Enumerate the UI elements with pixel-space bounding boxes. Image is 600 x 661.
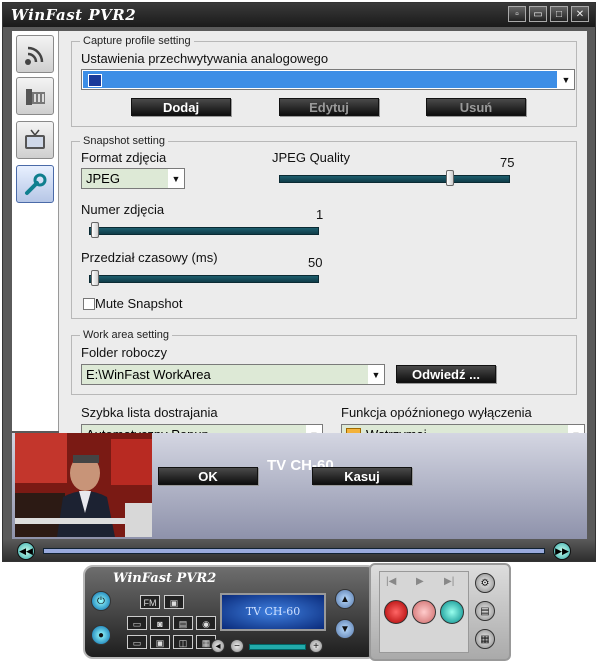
format-label: Format zdjęcia: [81, 150, 167, 165]
play-icon[interactable]: ▶: [416, 576, 424, 587]
tab-tv[interactable]: [16, 121, 54, 159]
chevron-down-icon[interactable]: ▼: [168, 169, 184, 188]
video-frame-image: [15, 433, 152, 537]
format-select[interactable]: JPEG ▼: [81, 168, 185, 189]
tv-mode-icon[interactable]: ▭: [127, 616, 147, 630]
app-title: WinFast PVR2: [11, 6, 137, 24]
screen-icon[interactable]: ▭: [127, 635, 147, 649]
capture-label: Ustawienia przechwytywania analogowego: [81, 51, 329, 66]
slider-track: [89, 275, 319, 283]
settings-wrench-icon[interactable]: ⚙: [475, 573, 495, 593]
tv-icon: [25, 129, 45, 149]
tuning-label: Szybka lista dostrajania: [81, 405, 218, 420]
slider-track: [89, 227, 319, 235]
flag-icon: [88, 74, 102, 87]
timeshift-icon[interactable]: [412, 600, 436, 624]
close-icon[interactable]: ✕: [571, 6, 589, 22]
next-icon[interactable]: ▶|: [444, 576, 454, 587]
remote-display: TV CH-60: [220, 593, 326, 631]
minimize-mini-icon[interactable]: ▫: [508, 6, 526, 22]
chevron-down-icon[interactable]: ▼: [558, 70, 574, 89]
camera-icon[interactable]: ◙: [150, 616, 170, 630]
slider-track: [279, 175, 510, 183]
tab-settings[interactable]: [16, 165, 54, 203]
cancel-button[interactable]: Kasuj: [312, 467, 412, 485]
record-icon[interactable]: [384, 600, 408, 624]
capture-profile-select[interactable]: ▼: [81, 69, 575, 90]
fast-forward-icon[interactable]: ▶▶: [553, 542, 571, 560]
remote-body[interactable]: WinFast PVR2 ⏻ ● FM ▣ ▭ ◙ ▤ ◉ ▭ ▣ ◫ ▦ TV…: [83, 565, 377, 659]
interval-slider[interactable]: [89, 270, 319, 286]
format-value: JPEG: [86, 171, 120, 186]
delete-button[interactable]: Usuń: [426, 98, 526, 116]
remote-transport-panel: |◀ ▶ ▶| ⚙ ▤ ▦: [369, 563, 511, 661]
tuner-card-icon: [26, 89, 45, 105]
mute-snapshot-checkbox[interactable]: [83, 298, 95, 310]
split-icon[interactable]: ◫: [173, 635, 193, 649]
restore-icon[interactable]: ▭: [529, 6, 547, 22]
remote-title: WinFast PVR2: [113, 571, 217, 586]
chevron-down-icon[interactable]: ▼: [368, 365, 384, 384]
volume-up-icon[interactable]: +: [309, 639, 323, 653]
seek-track[interactable]: [43, 548, 545, 554]
visit-folder-button[interactable]: Odwiedź ...: [396, 365, 496, 383]
capture-legend: Capture profile setting: [83, 35, 191, 47]
slider-thumb[interactable]: [91, 222, 100, 238]
interval-value: 50: [308, 255, 323, 270]
quality-label: JPEG Quality: [272, 150, 351, 165]
prev-icon[interactable]: |◀: [386, 576, 396, 587]
window-controls: ▫ ▭ □ ✕: [508, 6, 589, 22]
slider-thumb[interactable]: [91, 270, 100, 286]
transport-area: |◀ ▶ ▶|: [379, 571, 469, 653]
volume-track[interactable]: [249, 644, 306, 650]
storage-icon[interactable]: ▤: [475, 601, 495, 621]
selection-highlight: [83, 71, 557, 88]
video-preview[interactable]: [15, 433, 152, 537]
number-slider[interactable]: [89, 222, 319, 238]
number-value: 1: [316, 207, 324, 222]
snapshot-icon[interactable]: ▣: [164, 595, 184, 609]
antenna-icon: [25, 46, 44, 65]
stop-icon[interactable]: [440, 600, 464, 624]
settings-window: WinFast PVR2 ▫ ▭ □ ✕ Capture profile set…: [2, 2, 596, 562]
channel-up-icon[interactable]: ▲: [335, 589, 355, 609]
rewind-icon[interactable]: ◀◀: [17, 542, 35, 560]
power-icon[interactable]: ⏻: [91, 591, 111, 611]
folder-label: Folder roboczy: [81, 345, 167, 360]
quality-slider[interactable]: [279, 170, 510, 186]
record-mode-icon[interactable]: ●: [91, 625, 111, 645]
folder-select[interactable]: E:\WinFast WorkArea ▼: [81, 364, 385, 385]
keypad-icon[interactable]: ▦: [475, 629, 495, 649]
quality-value: 75: [500, 155, 515, 170]
ok-button[interactable]: OK: [158, 467, 258, 485]
mute-snapshot-label: Mute Snapshot: [95, 296, 183, 311]
eye-icon[interactable]: ◉: [196, 616, 216, 630]
remote-control: WinFast PVR2 ⏻ ● FM ▣ ▭ ◙ ▤ ◉ ▭ ▣ ◫ ▦ TV…: [73, 563, 529, 661]
number-label: Numer zdjęcia: [81, 202, 165, 217]
volume-down-icon[interactable]: −: [230, 639, 244, 653]
maximize-icon[interactable]: □: [550, 6, 568, 22]
playback-bar: ◀◀ ▶▶: [3, 539, 595, 561]
tab-signal[interactable]: [16, 35, 54, 73]
snapshot-legend: Snapshot setting: [83, 135, 165, 147]
wrench-icon: [25, 173, 47, 195]
preview-panel: TV CH-60 OK Kasuj: [12, 433, 587, 539]
folder-value: E:\WinFast WorkArea: [86, 367, 211, 382]
fm-button[interactable]: FM: [140, 595, 160, 609]
add-button[interactable]: Dodaj: [131, 98, 231, 116]
title-bar[interactable]: WinFast PVR2 ▫ ▭ □ ✕: [3, 3, 595, 27]
workarea-legend: Work area setting: [83, 329, 170, 341]
interval-label: Przedział czasowy (ms): [81, 250, 218, 265]
settings-nav: [12, 31, 59, 431]
workarea-group: Work area setting: [71, 329, 577, 395]
channel-down-icon[interactable]: ▼: [335, 619, 355, 639]
playlist-icon[interactable]: ▤: [173, 616, 193, 630]
pip-icon[interactable]: ▣: [150, 635, 170, 649]
speaker-icon[interactable]: ◂: [211, 639, 225, 653]
tab-device[interactable]: [16, 77, 54, 115]
sleep-label: Funkcja opóźnionego wyłączenia: [341, 405, 532, 420]
edit-button[interactable]: Edytuj: [279, 98, 379, 116]
slider-thumb[interactable]: [446, 170, 455, 186]
